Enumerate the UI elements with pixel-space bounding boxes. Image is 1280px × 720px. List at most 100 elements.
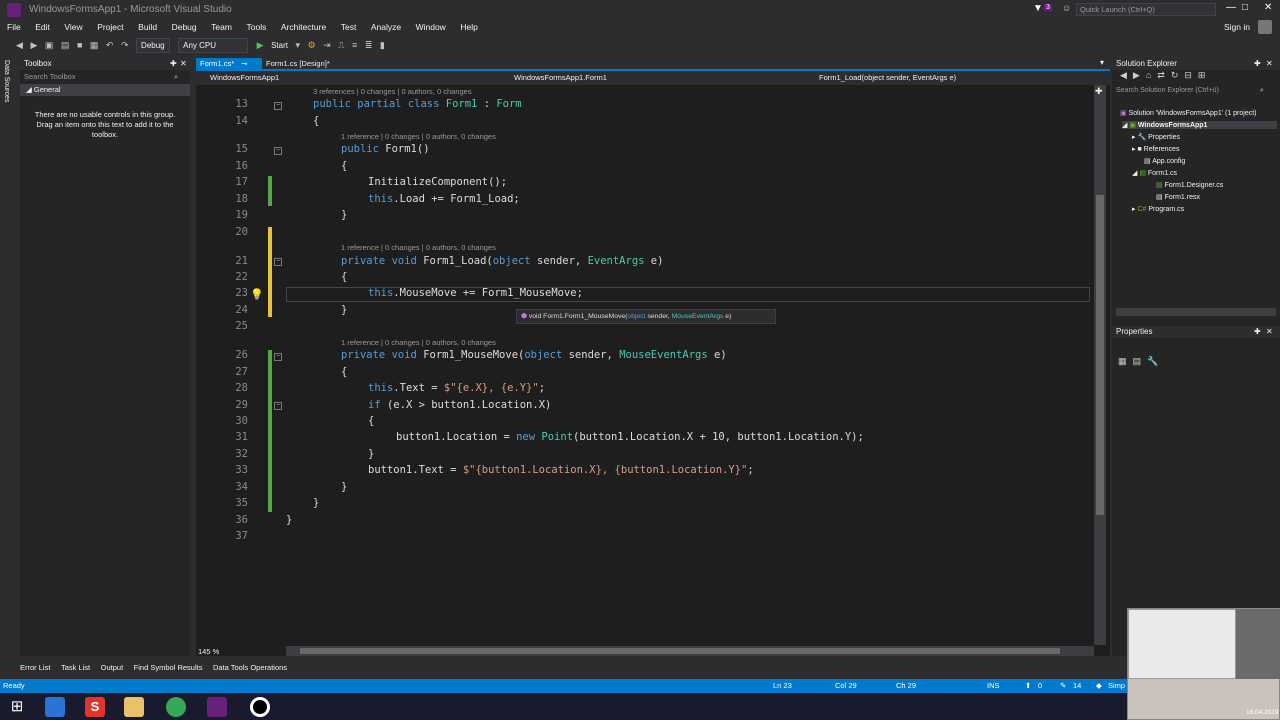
fold-toggle[interactable]: − bbox=[274, 102, 282, 110]
windows-start-icon[interactable]: ⊞ bbox=[7, 697, 27, 717]
scroll-thumb[interactable] bbox=[1096, 195, 1104, 515]
show-all-icon[interactable]: ⊞ bbox=[1198, 70, 1212, 80]
alphabetical-icon[interactable]: ▤ bbox=[1133, 356, 1148, 366]
visual-studio-icon[interactable] bbox=[207, 697, 227, 717]
dropdown-icon[interactable]: ▾ bbox=[296, 36, 301, 54]
redo-icon[interactable]: ↷ bbox=[121, 36, 129, 54]
hot-reload-icon[interactable]: ⚙ bbox=[308, 36, 316, 54]
tab-error-list[interactable]: Error List bbox=[20, 660, 50, 676]
data-sources-tab[interactable]: Data Sources bbox=[3, 60, 10, 102]
codelens-ctor[interactable]: 1 reference | 0 changes | 0 authors, 0 c… bbox=[341, 132, 496, 141]
tab-form1-cs[interactable]: Form1.cs* ⊸ ✕ bbox=[196, 58, 262, 80]
menu-tools[interactable]: Tools bbox=[246, 20, 266, 34]
status-up-count[interactable]: 0 bbox=[1038, 679, 1042, 693]
tab-output[interactable]: Output bbox=[101, 660, 124, 676]
status-publish[interactable]: Simp bbox=[1108, 679, 1125, 693]
tree-app-config[interactable]: ▤ App.config bbox=[1144, 157, 1185, 165]
horizontal-scrollbar[interactable] bbox=[286, 646, 1094, 656]
codelens-load[interactable]: 1 reference | 0 changes | 0 authors, 0 c… bbox=[341, 243, 496, 252]
save-all-icon[interactable]: ▦ bbox=[90, 36, 99, 54]
start-icon[interactable]: ▶ bbox=[257, 36, 264, 54]
tab-form1-design[interactable]: Form1.cs [Design]* bbox=[262, 58, 334, 70]
store-icon[interactable] bbox=[45, 697, 65, 717]
refresh-icon[interactable]: ↻ bbox=[1171, 70, 1185, 80]
zoom-level[interactable]: 145 % bbox=[198, 647, 219, 656]
tree-project[interactable]: ◢ ▣ WindowsFormsApp1 bbox=[1122, 121, 1277, 129]
tab-task-list[interactable]: Task List bbox=[61, 660, 90, 676]
back-icon[interactable]: ◀ bbox=[1120, 70, 1133, 80]
hscroll-thumb[interactable] bbox=[300, 648, 1060, 654]
filter-icon[interactable]: ▼ bbox=[1033, 3, 1043, 14]
solexp-search[interactable]: Search Solution Explorer (Ctrl+ü) ⌕ bbox=[1112, 84, 1280, 98]
tree-program-cs[interactable]: ▸ C# Program.cs bbox=[1132, 205, 1184, 213]
menu-architecture[interactable]: Architecture bbox=[281, 20, 326, 34]
codelens-mousemove[interactable]: 1 reference | 0 changes | 0 authors, 0 c… bbox=[341, 338, 496, 347]
tree-form1-designer[interactable]: ▤ Form1.Designer.cs bbox=[1156, 181, 1223, 189]
categorized-icon[interactable]: ▦ bbox=[1118, 356, 1133, 366]
breakpoint-icon[interactable]: ▮ bbox=[380, 36, 385, 54]
config-select[interactable]: Debug bbox=[136, 38, 170, 54]
file-explorer-icon[interactable] bbox=[124, 697, 144, 717]
tree-solution[interactable]: ▣ Solution 'WindowsFormsApp1' (1 project… bbox=[1120, 109, 1257, 117]
tree-references[interactable]: ▸ ■ References bbox=[1132, 145, 1179, 153]
menu-debug[interactable]: Debug bbox=[172, 20, 197, 34]
split-icon[interactable]: ✚ bbox=[1095, 86, 1103, 97]
menu-analyze[interactable]: Analyze bbox=[371, 20, 401, 34]
account-icon[interactable] bbox=[1258, 20, 1272, 34]
menu-help[interactable]: Help bbox=[460, 20, 477, 34]
forward-icon[interactable]: ▶ bbox=[30, 36, 37, 54]
toolbox-close-icon[interactable]: ✕ bbox=[180, 58, 187, 70]
edit-icon[interactable]: ✎ bbox=[1060, 679, 1066, 693]
lightbulb-icon[interactable]: 💡 bbox=[250, 288, 264, 301]
sign-in-link[interactable]: Sign in bbox=[1224, 22, 1250, 32]
code-line-23[interactable]: this.MouseMove += Form1_MouseMove; bbox=[368, 287, 583, 299]
platform-select[interactable]: Any CPU bbox=[178, 38, 249, 54]
project-dropdown[interactable]: WindowsFormsApp1 bbox=[210, 73, 279, 82]
recorder-icon[interactable] bbox=[250, 697, 270, 717]
menu-window[interactable]: Window bbox=[416, 20, 446, 34]
property-pages-icon[interactable]: 🔧 bbox=[1147, 356, 1164, 366]
new-project-icon[interactable]: ▣ bbox=[45, 36, 54, 54]
close-button[interactable]: ✕ bbox=[1264, 2, 1272, 13]
push-icon[interactable]: ⬆ bbox=[1025, 679, 1031, 693]
menu-view[interactable]: View bbox=[64, 20, 82, 34]
bookmark-icon[interactable]: ⎍ bbox=[338, 36, 344, 54]
notification-badge[interactable]: 3 bbox=[1044, 4, 1052, 11]
tab-overflow-icon[interactable]: ▾ bbox=[1100, 58, 1104, 67]
tree-form1-resx[interactable]: ▤ Form1.resx bbox=[1156, 193, 1200, 201]
codelens-form1[interactable]: 3 references | 0 changes | 0 authors, 0 … bbox=[313, 87, 472, 96]
tab-find-symbol-results[interactable]: Find Symbol Results bbox=[134, 660, 203, 676]
comment-icon[interactable]: ≡ bbox=[352, 36, 357, 54]
vertical-scrollbar[interactable] bbox=[1094, 85, 1106, 645]
solexp-close-icon[interactable]: ✕ bbox=[1266, 58, 1273, 70]
maximize-button[interactable]: □ bbox=[1242, 2, 1248, 13]
step-icon[interactable]: ⇥ bbox=[323, 36, 331, 54]
uncomment-icon[interactable]: ≣ bbox=[365, 36, 373, 54]
undo-icon[interactable]: ↶ bbox=[106, 36, 114, 54]
status-edit-count[interactable]: 14 bbox=[1073, 679, 1081, 693]
fold-toggle[interactable]: − bbox=[274, 402, 282, 410]
open-icon[interactable]: ▤ bbox=[61, 36, 70, 54]
save-icon[interactable]: ■ bbox=[77, 36, 82, 54]
home-icon[interactable]: ⌂ bbox=[1146, 70, 1157, 80]
fold-toggle[interactable]: − bbox=[274, 353, 282, 361]
toolbox-search[interactable]: Search Toolbox ⌕ bbox=[20, 70, 190, 84]
menu-file[interactable]: File bbox=[7, 20, 21, 34]
pin-icon[interactable]: ✚ bbox=[1254, 326, 1261, 338]
quick-launch-input[interactable]: Quick Launch (Ctrl+Q) bbox=[1076, 3, 1216, 16]
collapse-all-icon[interactable]: ⊟ bbox=[1184, 70, 1198, 80]
class-dropdown[interactable]: WindowsFormsApp1.Form1 bbox=[514, 73, 607, 82]
feedback-icon[interactable]: ☺ bbox=[1062, 3, 1071, 13]
solexp-hscroll[interactable] bbox=[1116, 308, 1276, 316]
tab-data-tools-operations[interactable]: Data Tools Operations bbox=[213, 660, 287, 676]
menu-test[interactable]: Test bbox=[341, 20, 357, 34]
fold-toggle[interactable]: − bbox=[274, 258, 282, 266]
tree-form1-cs[interactable]: ◢ ▤ Form1.cs bbox=[1132, 169, 1177, 177]
pin-icon[interactable]: ✚ bbox=[170, 58, 177, 70]
start-button[interactable]: Start bbox=[271, 37, 288, 55]
chrome-icon[interactable] bbox=[166, 697, 186, 717]
publish-icon[interactable]: ◆ bbox=[1096, 679, 1102, 693]
properties-close-icon[interactable]: ✕ bbox=[1266, 326, 1273, 338]
menu-team[interactable]: Team bbox=[211, 20, 232, 34]
menu-project[interactable]: Project bbox=[97, 20, 123, 34]
